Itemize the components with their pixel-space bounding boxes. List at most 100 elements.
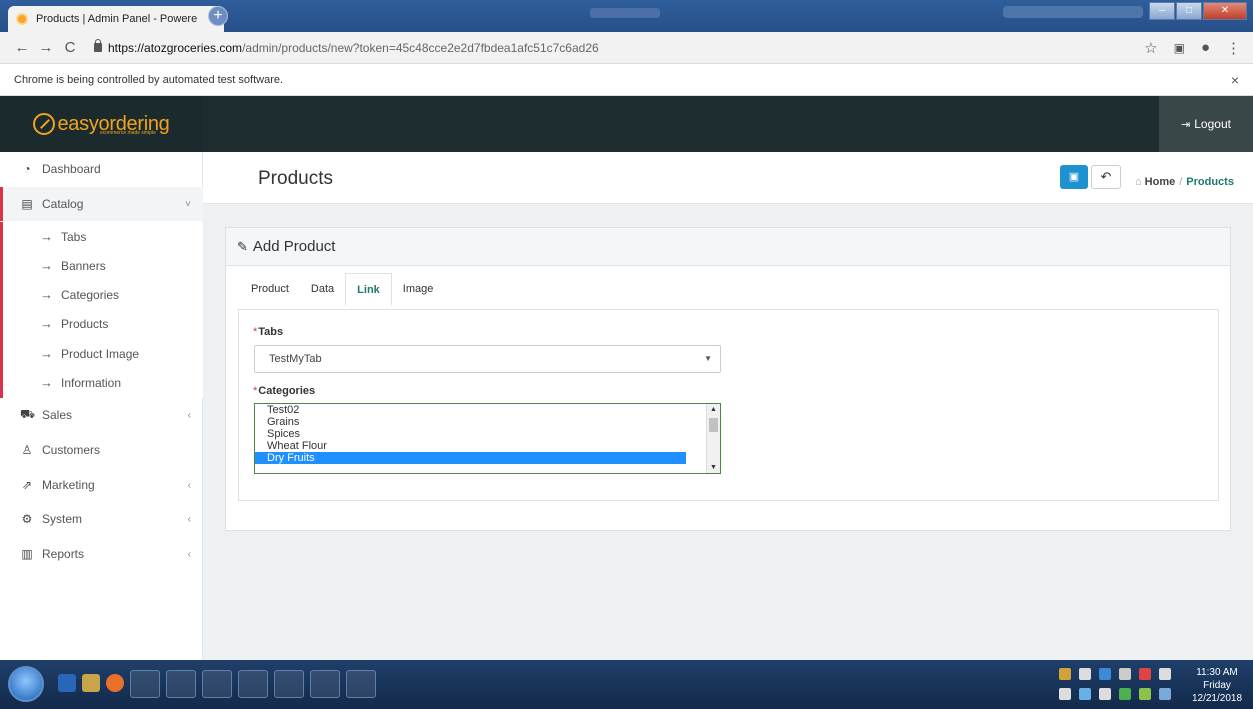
sidebar-subitem-categories[interactable]: → Categories bbox=[3, 280, 203, 309]
tray-icon[interactable] bbox=[1079, 688, 1091, 700]
sidebar-item-sales[interactable]: ⛟ Sales ‹ bbox=[0, 398, 203, 432]
tab-data[interactable]: Data bbox=[300, 273, 345, 305]
tray-icon[interactable] bbox=[1079, 668, 1091, 680]
forward-icon[interactable]: → bbox=[36, 39, 56, 56]
blurred-profile-area bbox=[1003, 6, 1143, 18]
app-window-icon[interactable] bbox=[202, 670, 232, 698]
categories-multiselect[interactable]: Test02 Grains Spices Wheat Flour Dry Fru… bbox=[254, 403, 721, 474]
tray-icon[interactable] bbox=[1159, 668, 1171, 680]
subitem-label: Products bbox=[61, 316, 109, 331]
tabs-select[interactable]: TestMyTab ▼ bbox=[254, 345, 721, 373]
tray-icon[interactable] bbox=[1099, 668, 1111, 680]
user-icon: ♙ bbox=[21, 443, 33, 457]
category-option[interactable]: Spices bbox=[255, 428, 686, 440]
desktop-icon[interactable] bbox=[58, 674, 76, 692]
tab-link[interactable]: Link bbox=[345, 273, 392, 306]
firefox-window-icon[interactable] bbox=[130, 670, 160, 698]
new-tab-button[interactable]: + bbox=[208, 6, 228, 26]
app-header: easyordering ecommerce made simple ⇥ Log… bbox=[0, 96, 1253, 152]
bookmark-star-icon[interactable]: ☆ bbox=[1144, 39, 1157, 57]
tab-product[interactable]: Product bbox=[240, 273, 300, 305]
sidebar-item-marketing[interactable]: ⇗ Marketing ‹ bbox=[0, 468, 203, 502]
tab-image[interactable]: Image bbox=[392, 273, 445, 305]
taskbar-apps bbox=[58, 670, 376, 698]
category-option[interactable]: Wheat Flour bbox=[255, 440, 686, 452]
sidebar-item-reports[interactable]: ▥ Reports ‹ bbox=[0, 537, 203, 571]
chevron-left-icon: ‹ bbox=[187, 409, 191, 421]
sidebar-subitem-tabs[interactable]: → Tabs bbox=[3, 222, 203, 251]
subitem-label: Product Image bbox=[61, 346, 140, 361]
arrow-right-icon: → bbox=[40, 258, 53, 273]
tray-icon[interactable] bbox=[1159, 688, 1171, 700]
sidebar-subitem-product-image[interactable]: → Product Image bbox=[3, 339, 203, 368]
sign-out-icon: ⇥ bbox=[1181, 118, 1191, 131]
volume-icon[interactable] bbox=[1059, 688, 1071, 700]
back-button[interactable]: ↶ bbox=[1091, 165, 1121, 189]
catalog-icon: ▤ bbox=[21, 197, 33, 211]
firefox-icon[interactable] bbox=[106, 674, 124, 692]
explorer-icon[interactable] bbox=[82, 674, 100, 692]
category-option[interactable]: Grains bbox=[255, 416, 686, 428]
sidebar-item-dashboard[interactable]: ◔ Dashboard bbox=[0, 152, 203, 186]
browser-tab[interactable]: Products | Admin Panel - Powere × bbox=[8, 6, 224, 32]
bar-chart-icon: ▥ bbox=[21, 547, 33, 561]
logo[interactable]: easyordering ecommerce made simple bbox=[0, 96, 203, 152]
breadcrumb: ⌂ Home / Products bbox=[1135, 176, 1234, 188]
tray-icon[interactable] bbox=[1139, 688, 1151, 700]
tabs-select-value: TestMyTab bbox=[269, 353, 322, 365]
add-product-panel: ✎ Add Product Product Data Link Image *T… bbox=[225, 227, 1231, 531]
tray-icon[interactable] bbox=[1139, 668, 1151, 680]
window-close-button[interactable]: ✕ bbox=[1203, 2, 1247, 20]
reload-icon[interactable]: C bbox=[60, 39, 80, 56]
url-field[interactable]: https://atozgroceries.com/admin/products… bbox=[94, 39, 599, 55]
maximize-button[interactable]: □ bbox=[1176, 2, 1202, 20]
extension-icon[interactable]: ▣ bbox=[1174, 41, 1185, 55]
sidebar-item-catalog[interactable]: ▤ Catalog ˅ bbox=[0, 187, 203, 221]
chevron-left-icon: ‹ bbox=[187, 513, 191, 525]
tray-icon[interactable] bbox=[1119, 688, 1131, 700]
listbox-scrollbar[interactable]: ▲ ▼ bbox=[706, 404, 720, 473]
minimize-button[interactable]: – bbox=[1149, 2, 1175, 20]
category-option[interactable]: Test02 bbox=[255, 404, 686, 416]
tabs-label-text: Tabs bbox=[258, 326, 284, 338]
sidebar-subitem-information[interactable]: → Information bbox=[3, 368, 203, 397]
breadcrumb-home[interactable]: Home bbox=[1145, 176, 1176, 188]
sidebar-subitem-banners[interactable]: → Banners bbox=[3, 251, 203, 280]
category-option-selected[interactable]: Dry Fruits bbox=[255, 452, 686, 464]
infobar-close-icon[interactable]: × bbox=[1231, 72, 1239, 88]
app-window-icon[interactable] bbox=[238, 670, 268, 698]
tray-icon[interactable] bbox=[1059, 668, 1071, 680]
breadcrumb-current[interactable]: Products bbox=[1186, 176, 1234, 188]
tab-title: Products | Admin Panel - Powere bbox=[36, 13, 198, 25]
home-icon: ⌂ bbox=[1135, 176, 1142, 188]
save-button[interactable]: ▣ bbox=[1060, 165, 1088, 189]
back-icon[interactable]: ← bbox=[12, 39, 32, 56]
catalog-submenu: → Tabs → Banners → Categories → Products… bbox=[0, 222, 203, 398]
app-window-icon[interactable] bbox=[310, 670, 340, 698]
sidebar-item-label: Sales bbox=[42, 408, 73, 422]
subitem-label: Categories bbox=[61, 287, 120, 302]
reply-icon: ↶ bbox=[1100, 169, 1112, 184]
sidebar-item-customers[interactable]: ♙ Customers bbox=[0, 433, 203, 467]
app-window-icon[interactable] bbox=[166, 670, 196, 698]
scrollbar-thumb[interactable] bbox=[709, 418, 718, 432]
menu-icon[interactable]: ⋮ bbox=[1226, 39, 1241, 57]
tray-icon[interactable] bbox=[1119, 668, 1131, 680]
sidebar-subitem-products[interactable]: → Products bbox=[3, 309, 203, 338]
clock-date: 12/21/2018 bbox=[1191, 693, 1243, 704]
profile-icon[interactable]: ● bbox=[1201, 39, 1210, 56]
system-tray bbox=[1055, 666, 1185, 704]
sidebar-item-system[interactable]: ⚙ System ‹ bbox=[0, 502, 203, 536]
main-content: Products ▣ ↶ ⌂ Home / Products ✎ Add Produc… bbox=[203, 152, 1253, 660]
scroll-up-icon[interactable]: ▲ bbox=[710, 406, 717, 413]
start-button[interactable] bbox=[8, 666, 44, 702]
required-marker: * bbox=[253, 385, 258, 397]
scroll-down-icon[interactable]: ▼ bbox=[710, 464, 717, 471]
logout-button[interactable]: ⇥ Logout bbox=[1159, 96, 1253, 152]
tray-icon[interactable] bbox=[1099, 688, 1111, 700]
word-icon[interactable] bbox=[274, 670, 304, 698]
required-marker: * bbox=[253, 326, 258, 338]
taskbar-clock[interactable]: 11:30 AM Friday 12/21/2018 bbox=[1187, 666, 1247, 705]
panel-heading: ✎ Add Product bbox=[226, 228, 1230, 266]
chrome-icon[interactable] bbox=[346, 670, 376, 698]
